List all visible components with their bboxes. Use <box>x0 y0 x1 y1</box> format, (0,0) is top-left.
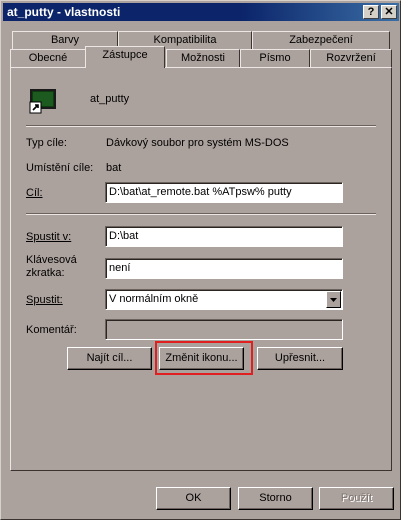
ok-button[interactable]: OK <box>156 487 231 510</box>
properties-window: at_putty - vlastnosti ? ✕ Barvy Kompatib… <box>0 0 401 520</box>
comment-label: Komentář: <box>26 324 77 336</box>
hotkey-input[interactable]: není <box>105 258 343 279</box>
target-label: Cíl: <box>26 187 43 199</box>
find-target-button[interactable]: Najít cíl... <box>67 347 152 370</box>
start-in-label-text: Spustit v: <box>26 231 72 243</box>
hotkey-label-line1: Klávesová <box>26 254 77 266</box>
separator <box>26 125 376 127</box>
ms-dos-shortcut-icon <box>27 84 59 116</box>
close-button[interactable]: ✕ <box>381 5 397 19</box>
chevron-down-icon[interactable] <box>326 291 341 308</box>
target-input[interactable]: D:\bat\at_remote.bat %ATpsw% putty <box>105 182 343 203</box>
run-label: Spustit: <box>26 294 63 306</box>
comment-input[interactable] <box>105 319 343 340</box>
target-location-value: bat <box>106 162 122 174</box>
run-label-text: Spustit: <box>26 294 63 306</box>
shortcut-name: at_putty <box>90 93 130 105</box>
tab-zastupce[interactable]: Zástupce <box>85 46 165 68</box>
apply-button[interactable]: Použít <box>319 487 394 510</box>
cancel-button[interactable]: Storno <box>238 487 313 510</box>
hotkey-label-line2: zkratka: <box>26 267 65 279</box>
tab-obecne[interactable]: Obecné <box>10 49 86 68</box>
title-bar[interactable]: at_putty - vlastnosti ? ✕ <box>3 3 399 21</box>
tab-pismo[interactable]: Písmo <box>240 49 310 68</box>
start-in-label: Spustit v: <box>26 231 71 243</box>
target-location-label: Umístění cíle: <box>26 162 94 174</box>
separator <box>26 213 376 215</box>
target-type-value: Dávkový soubor pro systém MS-DOS <box>106 137 289 149</box>
run-select[interactable]: V normálním okně <box>105 289 343 310</box>
change-icon-button[interactable]: Změnit ikonu... <box>159 347 244 370</box>
help-button[interactable]: ? <box>363 5 379 19</box>
tab-zabezpeceni[interactable]: Zabezpečení <box>252 31 390 50</box>
window-title: at_putty - vlastnosti <box>7 5 121 19</box>
target-type-label: Typ cíle: <box>26 137 67 149</box>
start-in-input[interactable]: D:\bat <box>105 226 343 247</box>
tab-moznosti[interactable]: Možnosti <box>166 49 240 68</box>
advanced-button[interactable]: Upřesnit... <box>257 347 343 370</box>
shortcut-panel: at_putty Typ cíle: Dávkový soubor pro sy… <box>10 67 392 471</box>
run-select-value: V normálním okně <box>109 293 199 305</box>
tab-rozvrzeni[interactable]: Rozvržení <box>310 49 392 68</box>
